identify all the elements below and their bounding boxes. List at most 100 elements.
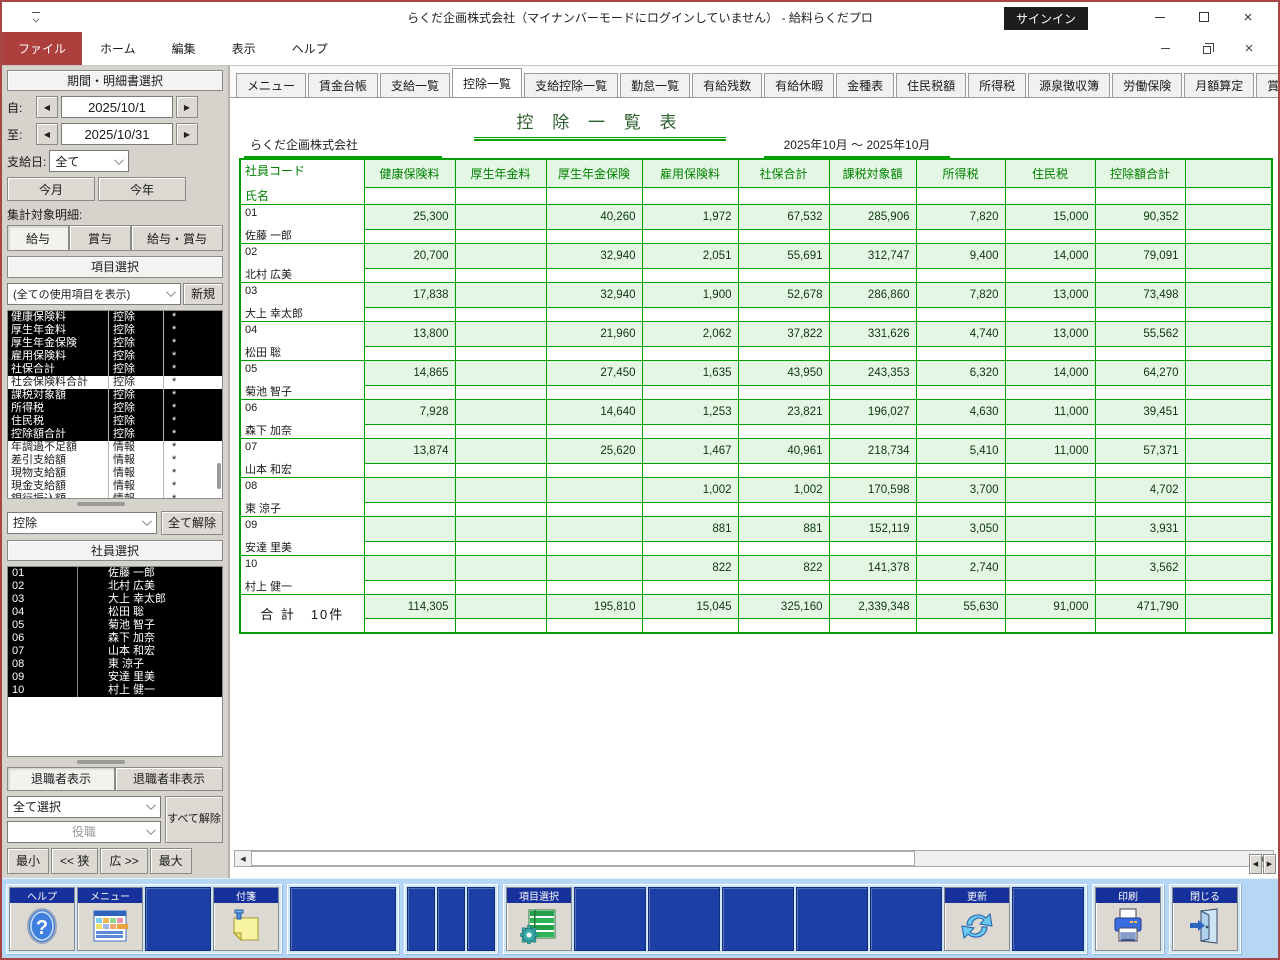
tab-支給一覧[interactable]: 支給一覧 — [380, 73, 450, 97]
employee-row[interactable]: 02北村 広美 — [8, 580, 222, 593]
width-min-button[interactable]: 最小 — [7, 848, 49, 874]
employee-row[interactable]: 04松田 聡 — [8, 606, 222, 619]
tab-金種表[interactable]: 金種表 — [836, 73, 894, 97]
employee-row[interactable]: 07山本 和宏 — [8, 645, 222, 658]
toolbar-blank-button[interactable] — [870, 887, 942, 951]
print-button[interactable]: 印刷 — [1095, 887, 1161, 951]
menu-button[interactable]: メニュー — [77, 887, 143, 951]
width-narrow-button[interactable]: << 狭 — [51, 848, 98, 874]
item-filter-select[interactable]: (全ての使用項目を表示) — [7, 283, 181, 305]
employee-list-hscrollbar[interactable] — [7, 757, 223, 767]
employee-row[interactable]: 03大上 幸太郎 — [8, 593, 222, 606]
target-bonus-button[interactable]: 賞与 — [69, 225, 131, 251]
item-row[interactable]: 課税対象額控除* — [8, 389, 222, 402]
item-row[interactable]: 差引支給額情報* — [8, 454, 222, 467]
close-window-button[interactable]: 閉じる — [1172, 887, 1238, 951]
tab-有給休暇[interactable]: 有給休暇 — [764, 73, 834, 97]
maximize-button[interactable] — [1182, 2, 1226, 32]
item-row[interactable]: 現物支給額情報* — [8, 467, 222, 480]
item-list-hscrollbar[interactable] — [7, 499, 223, 509]
employee-row[interactable]: 10村上 健一 — [8, 684, 222, 697]
employee-row[interactable]: 01佐藤 一郎 — [8, 567, 222, 580]
toolbar-blank-button[interactable] — [648, 887, 720, 951]
tab-控除一覧[interactable]: 控除一覧 — [452, 68, 522, 98]
tab-労働保険[interactable]: 労働保険 — [1112, 73, 1182, 97]
employee-row[interactable]: 06森下 加奈 — [8, 632, 222, 645]
tab-住民税額[interactable]: 住民税額 — [896, 73, 966, 97]
new-item-button[interactable]: 新規 — [183, 283, 223, 305]
tab-源泉徴収簿[interactable]: 源泉徴収簿 — [1028, 73, 1110, 97]
employee-clear-button[interactable]: すべて解除 — [165, 796, 223, 843]
toolbar-blank-button[interactable] — [407, 887, 435, 951]
to-next-button[interactable]: ▶ — [176, 123, 198, 145]
tab-scroll-right-button[interactable]: ▶ — [1263, 854, 1276, 874]
employee-row[interactable]: 08東 涼子 — [8, 658, 222, 671]
scroll-left-icon[interactable]: ◀ — [235, 851, 251, 866]
toolbar-blank-button[interactable] — [574, 887, 646, 951]
width-wide-button[interactable]: 広 >> — [100, 848, 147, 874]
report-hscrollbar[interactable]: ◀ ▶ — [234, 850, 1274, 867]
toolbar-blank-button[interactable] — [1012, 887, 1084, 951]
update-button[interactable]: 更新 — [944, 887, 1010, 951]
employee-list[interactable]: 01佐藤 一郎02北村 広美03大上 幸太郎04松田 聡05菊池 智子06森下 … — [7, 566, 223, 757]
tab-メニュー[interactable]: メニュー — [236, 73, 306, 97]
signin-button[interactable]: サインイン — [1004, 7, 1088, 30]
menu-home[interactable]: ホーム — [82, 32, 154, 65]
this-month-button[interactable]: 今月 — [7, 177, 95, 201]
item-row[interactable]: 雇用保険料控除* — [8, 350, 222, 363]
target-both-button[interactable]: 給与・賞与 — [131, 225, 223, 251]
toolbar-blank-button[interactable] — [796, 887, 868, 951]
item-row[interactable]: 控除額合計控除* — [8, 428, 222, 441]
close-button[interactable]: × — [1226, 2, 1270, 32]
doc-close-button[interactable]: × — [1228, 32, 1270, 65]
item-row[interactable]: 健康保険料控除* — [8, 311, 222, 324]
target-salary-button[interactable]: 給与 — [7, 225, 69, 251]
select-all-select[interactable]: 全て選択 — [7, 796, 161, 818]
toolbar-blank-button[interactable] — [145, 887, 211, 951]
minimize-button[interactable] — [1138, 2, 1182, 32]
tab-賞与支払[interactable]: 賞与支払 — [1256, 73, 1278, 97]
from-date-field[interactable]: 2025/10/1 — [61, 96, 173, 118]
item-row[interactable]: 社保合計控除* — [8, 363, 222, 376]
item-row[interactable]: 厚生年金保険控除* — [8, 337, 222, 350]
role-select[interactable]: 役職 — [7, 821, 161, 843]
tab-勤怠一覧[interactable]: 勤怠一覧 — [620, 73, 690, 97]
retiree-hide-button[interactable]: 退職者非表示 — [115, 767, 223, 791]
employee-row[interactable]: 09安達 里美 — [8, 671, 222, 684]
payday-select[interactable]: 全て — [49, 150, 129, 172]
tab-支給控除一覧[interactable]: 支給控除一覧 — [524, 73, 618, 97]
menu-file[interactable]: ファイル — [2, 32, 82, 65]
item-row[interactable]: 住民税控除* — [8, 415, 222, 428]
help-button[interactable]: ヘルプ ? — [9, 887, 75, 951]
menu-view[interactable]: 表示 — [214, 32, 274, 65]
doc-minimize-button[interactable] — [1144, 32, 1186, 65]
toolbar-blank-button[interactable] — [722, 887, 794, 951]
from-prev-button[interactable]: ◀ — [36, 96, 58, 118]
category-select[interactable]: 控除 — [7, 512, 157, 534]
item-row[interactable]: 社会保険料合計控除* — [8, 376, 222, 389]
item-row[interactable]: 所得税控除* — [8, 402, 222, 415]
tab-所得税[interactable]: 所得税 — [968, 73, 1026, 97]
tab-月額算定[interactable]: 月額算定 — [1184, 73, 1254, 97]
menu-edit[interactable]: 編集 — [154, 32, 214, 65]
from-next-button[interactable]: ▶ — [176, 96, 198, 118]
toolbar-blank-button[interactable] — [467, 887, 495, 951]
to-date-field[interactable]: 2025/10/31 — [61, 123, 173, 145]
menu-help[interactable]: ヘルプ — [274, 32, 346, 65]
item-select-button[interactable]: 項目選択 — [506, 887, 572, 951]
item-row[interactable]: 厚生年金料控除* — [8, 324, 222, 337]
item-row[interactable]: 銀行振込額情報* — [8, 493, 222, 499]
to-prev-button[interactable]: ◀ — [36, 123, 58, 145]
tab-有給残数[interactable]: 有給残数 — [692, 73, 762, 97]
employee-row[interactable]: 05菊池 智子 — [8, 619, 222, 632]
doc-restore-button[interactable] — [1186, 32, 1228, 65]
item-clear-button[interactable]: 全て解除 — [161, 511, 223, 535]
item-row[interactable]: 年調過不足額情報* — [8, 441, 222, 454]
item-list[interactable]: 健康保険料控除*厚生年金料控除*厚生年金保険控除*雇用保険料控除*社保合計控除*… — [7, 310, 223, 499]
retiree-show-button[interactable]: 退職者表示 — [7, 767, 115, 791]
this-year-button[interactable]: 今年 — [98, 177, 186, 201]
item-list-vscroll-thumb[interactable] — [217, 463, 221, 489]
item-row[interactable]: 現金支給額情報* — [8, 480, 222, 493]
width-max-button[interactable]: 最大 — [150, 848, 192, 874]
sticky-note-button[interactable]: 付箋 — [213, 887, 279, 951]
